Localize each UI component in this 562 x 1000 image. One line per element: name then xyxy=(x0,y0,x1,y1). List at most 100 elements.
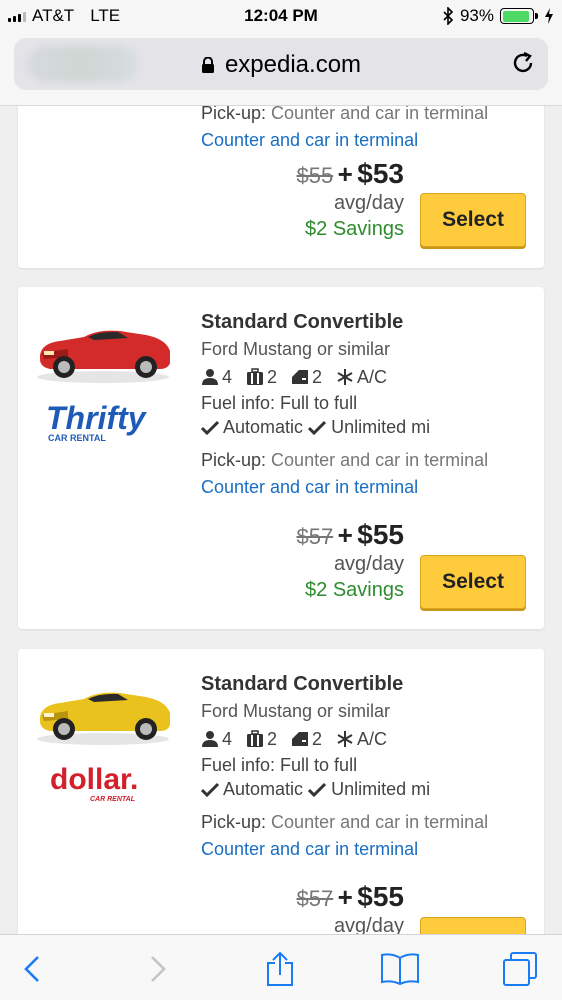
savings-text: $2 Savings xyxy=(305,579,404,601)
bluetooth-icon xyxy=(443,7,454,25)
sale-price: $55 xyxy=(357,881,404,912)
pickup-label: Pick-up: xyxy=(201,106,267,123)
pickup-value: Counter and car in terminal xyxy=(271,450,489,470)
original-price: $55 xyxy=(296,163,334,188)
dollar-logo: dollar. CAR RENTAL xyxy=(50,763,138,803)
pickup-link[interactable]: Counter and car in terminal xyxy=(201,835,537,863)
charging-icon xyxy=(545,8,553,24)
url-text: expedia.com xyxy=(224,51,362,78)
car-model: Ford Mustang or similar xyxy=(201,701,391,721)
car-class-title: Standard Convertible xyxy=(201,311,404,333)
car-image-red-convertible xyxy=(37,330,170,383)
browser-toolbar xyxy=(0,934,562,1000)
svg-text:dollar.: dollar. xyxy=(50,763,138,796)
tabs-button[interactable] xyxy=(498,947,542,991)
price-unit: avg/day xyxy=(333,192,404,214)
car-details: Standard Convertible Ford Mustang or sim… xyxy=(201,671,537,863)
snowflake-icon xyxy=(337,369,353,385)
mileage: Unlimited mi xyxy=(331,779,431,799)
sale-price: $55 xyxy=(357,519,404,550)
fuel-info: Fuel info: Full to full xyxy=(201,755,358,775)
reload-icon[interactable] xyxy=(510,50,536,76)
svg-text:Thrifty: Thrifty xyxy=(46,400,148,436)
savings-text: $2 Savings xyxy=(305,218,404,240)
results-list: Pick-up: Counter and car in terminal Cou… xyxy=(0,106,562,934)
person-icon xyxy=(202,369,218,385)
car-details: Standard Convertible Ford Mustang or sim… xyxy=(201,309,537,501)
address-bar[interactable]: expedia.com xyxy=(14,38,548,90)
select-button[interactable]: Select xyxy=(420,917,526,934)
ac-label: A/C xyxy=(357,729,388,749)
check-icon xyxy=(201,783,219,798)
battery-percent: 93% xyxy=(459,6,494,25)
door-count: 2 xyxy=(312,367,323,387)
car-image-yellow-convertible xyxy=(37,692,170,745)
passenger-count: 4 xyxy=(222,367,233,387)
status-bar: AT&T LTE 12:04 PM 93% xyxy=(0,0,562,32)
tabs-icon xyxy=(503,952,537,986)
feature-row: 4 2 2 A/C xyxy=(201,725,537,753)
passenger-count: 4 xyxy=(222,729,233,749)
forward-button[interactable] xyxy=(136,947,180,991)
original-price: $57 xyxy=(296,886,334,911)
car-model: Ford Mustang or similar xyxy=(201,339,391,359)
car-door-icon xyxy=(292,732,309,746)
pickup-link[interactable]: Counter and car in terminal xyxy=(201,473,537,501)
price-unit: avg/day xyxy=(333,915,404,934)
lock-icon xyxy=(201,57,214,73)
car-door-icon xyxy=(292,370,309,384)
pickup-line: Pick-up: Counter and car in terminal xyxy=(201,106,537,126)
bookmarks-button[interactable] xyxy=(378,947,422,991)
luggage-icon xyxy=(247,368,264,385)
svg-text:CAR RENTAL: CAR RENTAL xyxy=(90,796,135,803)
inclusions: Automatic Unlimited mi xyxy=(201,415,537,439)
price-plus: + xyxy=(337,882,353,912)
select-button[interactable]: Select xyxy=(420,193,526,247)
pickup-line: Pick-up: Counter and car in terminal xyxy=(201,447,537,473)
person-icon xyxy=(202,731,218,747)
transmission: Automatic xyxy=(223,779,304,799)
car-media: Thrifty CAR RENTAL xyxy=(28,301,188,447)
inclusions: Automatic Unlimited mi xyxy=(201,777,537,801)
status-right: 93% xyxy=(442,6,554,26)
battery-icon xyxy=(500,8,538,24)
url-display[interactable]: expedia.com xyxy=(14,51,548,79)
browser-address-area: expedia.com xyxy=(0,32,562,106)
price-block: $57 + $55 avg/day $2 Savings xyxy=(296,519,404,603)
ac-label: A/C xyxy=(357,367,388,387)
back-button[interactable] xyxy=(10,947,54,991)
price-plus: + xyxy=(337,159,353,189)
snowflake-icon xyxy=(337,731,353,747)
book-icon xyxy=(381,953,419,986)
fuel-info: Fuel info: Full to full xyxy=(201,393,358,413)
svg-text:CAR RENTAL: CAR RENTAL xyxy=(48,433,106,443)
pickup-value: Counter and car in terminal xyxy=(271,812,489,832)
price-block: $57 + $55 avg/day xyxy=(296,881,404,934)
bag-count: 2 xyxy=(267,729,278,749)
pickup-label: Pick-up: xyxy=(201,812,267,832)
transmission: Automatic xyxy=(223,417,304,437)
car-listing-card: dollar. CAR RENTAL Standard Convertible … xyxy=(18,649,544,934)
price-block: $55 + $53 avg/day $2 Savings xyxy=(296,158,404,242)
chevron-right-icon xyxy=(151,956,166,982)
share-icon xyxy=(267,951,293,986)
car-listing-card: Thrifty CAR RENTAL Standard Convertible … xyxy=(18,287,544,629)
share-button[interactable] xyxy=(258,947,302,991)
mileage: Unlimited mi xyxy=(331,417,431,437)
pickup-label: Pick-up: xyxy=(201,450,267,470)
check-icon xyxy=(308,783,327,798)
check-icon xyxy=(308,421,327,436)
door-count: 2 xyxy=(312,729,323,749)
bag-count: 2 xyxy=(267,367,278,387)
pickup-line: Pick-up: Counter and car in terminal xyxy=(201,809,537,835)
pickup-link[interactable]: Counter and car in terminal xyxy=(201,126,537,154)
pickup-value: Counter and car in terminal xyxy=(271,106,489,123)
chevron-left-icon xyxy=(24,956,39,982)
car-media: dollar. CAR RENTAL xyxy=(28,663,188,809)
feature-row: 4 2 2 A/C xyxy=(201,363,537,391)
check-icon xyxy=(201,421,219,436)
select-button[interactable]: Select xyxy=(420,555,526,609)
thrifty-logo: Thrifty CAR RENTAL xyxy=(46,400,148,443)
car-listing-card: Pick-up: Counter and car in terminal Cou… xyxy=(18,106,544,268)
price-unit: avg/day xyxy=(333,553,404,575)
